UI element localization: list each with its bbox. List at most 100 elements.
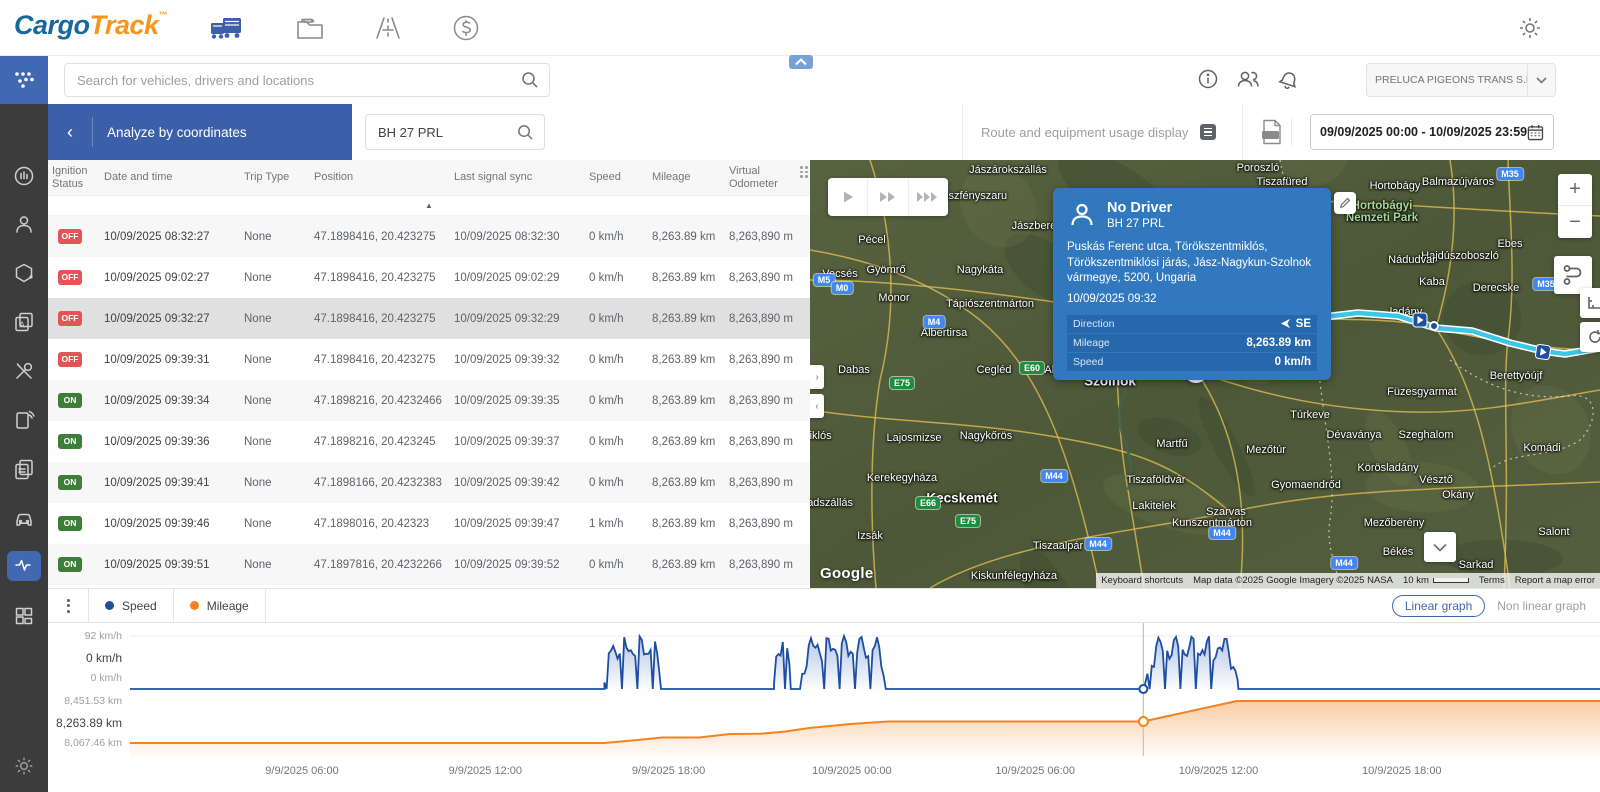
table-row[interactable]: OFF 10/09/2025 09:02:27 None 47.1898416, 20… xyxy=(48,257,810,298)
settings-gear-icon[interactable] xyxy=(1518,16,1542,45)
expand-map-button[interactable]: › xyxy=(810,365,824,389)
route-display-dropdown[interactable]: Route and equipment usage display xyxy=(962,104,1243,160)
folder-icon[interactable] xyxy=(288,10,332,46)
map-canvas[interactable]: Jászárokszállás Poroszló Tiszafüred Jászfén… xyxy=(810,160,1600,588)
search-icon[interactable] xyxy=(517,124,534,141)
sidebar-item-vehicles[interactable] xyxy=(0,498,48,538)
collapse-chart-button[interactable] xyxy=(1424,532,1456,562)
road-icon[interactable] xyxy=(366,10,410,46)
column-header-last-signal-sync[interactable]: Last signal sync xyxy=(450,169,585,186)
linear-graph-button[interactable]: Linear graph xyxy=(1391,595,1486,617)
column-header-trip-type[interactable]: Trip Type xyxy=(240,169,310,186)
table-row[interactable]: ON 10/09/2025 09:39:34 None 47.1898216, 20.… xyxy=(48,380,810,421)
back-button[interactable]: ‹ xyxy=(48,122,92,143)
table-row[interactable]: OFF 10/09/2025 08:32:27 None 47.1898416, 20… xyxy=(48,216,810,257)
sync-icon xyxy=(15,263,33,283)
app-logo[interactable]: CargoTrack™ xyxy=(14,10,168,41)
search-icon[interactable] xyxy=(521,71,539,89)
date-range-picker[interactable]: 09/09/2025 00:00 - 10/09/2025 23:59 xyxy=(1310,114,1554,150)
cell-datetime: 10/09/2025 09:02:27 xyxy=(104,271,210,284)
table-row[interactable]: OFF 10/09/2025 09:39:31 None 47.1898416, 20… xyxy=(48,339,810,380)
sidebar-item-sync[interactable] xyxy=(0,253,48,293)
collapse-map-button[interactable]: ‹ xyxy=(810,394,824,418)
refresh-icon xyxy=(1589,330,1600,343)
fastest-forward-button[interactable] xyxy=(909,178,948,216)
popup-driver-title: No Driver xyxy=(1107,200,1173,216)
table-row[interactable]: ON 10/09/2025 09:39:41 None 47.1898166, 20.… xyxy=(48,462,810,503)
zoom-out-button[interactable]: − xyxy=(1558,206,1592,238)
legend-item-speed[interactable]: Speed xyxy=(89,589,173,623)
global-search-input[interactable] xyxy=(75,71,521,89)
sidebar-item-dashboard[interactable] xyxy=(0,156,48,196)
x-axis-tick: 9/9/2025 12:00 xyxy=(448,765,522,777)
chart-menu-button[interactable] xyxy=(48,598,88,613)
google-logo[interactable]: Google xyxy=(820,565,873,582)
map-data-text: Map data ©2025 Google Imagery ©2025 NASA xyxy=(1188,573,1398,588)
column-header-mileage[interactable]: Mileage xyxy=(648,169,725,186)
fast-forward-button[interactable] xyxy=(868,178,909,216)
column-header-position[interactable]: Position xyxy=(310,169,450,186)
table-scroll-handle[interactable] xyxy=(800,166,808,178)
bell-icon[interactable] xyxy=(1278,68,1300,90)
zoom-in-button[interactable]: + xyxy=(1558,174,1592,206)
sidebar-item-copies[interactable] xyxy=(0,449,48,489)
cell-mileage: 8,263.89 km xyxy=(652,271,716,284)
terms-link[interactable]: Terms xyxy=(1473,573,1510,588)
chart-plot-area[interactable] xyxy=(130,623,1600,756)
column-header-date-and-time[interactable]: Date and time xyxy=(100,169,240,186)
non-linear-graph-button[interactable]: Non linear graph xyxy=(1497,599,1586,613)
keyboard-shortcuts-link[interactable]: Keyboard shortcuts xyxy=(1096,573,1189,588)
table-row[interactable]: OFF 10/09/2025 09:32:27 None 47.1898416, 20… xyxy=(48,298,810,339)
collapse-panel-button[interactable] xyxy=(789,55,813,69)
popup-mileage-row: Mileage 8,263.89 km xyxy=(1067,333,1317,352)
tolls-dollar-icon[interactable] xyxy=(444,10,488,46)
vehicle-search-input[interactable] xyxy=(376,123,517,141)
sidebar-logo-button[interactable] xyxy=(0,56,48,104)
cell-ignition: ON xyxy=(48,434,100,449)
cell-speed: 0 km/h xyxy=(589,271,624,284)
measure-button[interactable] xyxy=(1580,288,1600,318)
sidebar-item-documents-a[interactable]: A xyxy=(0,302,48,342)
cell-speed: 0 km/h xyxy=(589,394,624,407)
speed-axis-min: 0 km/h xyxy=(90,672,122,684)
sidebar-item-apps[interactable] xyxy=(0,596,48,636)
company-selector[interactable]: PRELUCA PIGEONS TRANS S.R.L. xyxy=(1366,63,1556,97)
global-search[interactable] xyxy=(64,63,550,97)
table-row[interactable]: ON 10/09/2025 09:39:46 None 47.1898016, 20.… xyxy=(48,503,810,544)
route-icon xyxy=(1563,265,1582,285)
cell-ignition: ON xyxy=(48,393,100,408)
cell-mileage: 8,263.89 km xyxy=(652,394,716,407)
play-button[interactable] xyxy=(828,178,869,216)
users-icon[interactable] xyxy=(1236,69,1260,89)
speed-cursor-value: 0 km/h xyxy=(85,651,122,665)
cell-datetime: 10/09/2025 08:32:27 xyxy=(104,230,210,243)
popup-timestamp: 10/09/2025 09:32 xyxy=(1067,292,1157,305)
sidebar-item-reports[interactable] xyxy=(0,400,48,440)
vehicle-search[interactable] xyxy=(365,114,545,150)
map-zoom-controls: + − xyxy=(1558,174,1592,238)
sidebar-settings-gear-icon[interactable] xyxy=(0,748,48,784)
cell-trip: None xyxy=(244,435,272,448)
route-waypoint-marker[interactable] xyxy=(1429,321,1439,331)
column-header-ignition-status[interactable]: Ignition Status xyxy=(48,163,100,192)
info-icon[interactable] xyxy=(1198,69,1218,89)
sort-indicator-row[interactable]: ▲ xyxy=(48,196,810,216)
table-row[interactable]: ON 10/09/2025 09:39:36 None 47.1898216, 20.… xyxy=(48,421,810,462)
column-header-virtual-odometer[interactable]: Virtual Odometer xyxy=(725,163,778,192)
sidebar-item-drivers[interactable] xyxy=(0,204,48,244)
cell-position: 47.1898416, 20.423275 xyxy=(314,312,436,325)
sidebar-item-analytics[interactable] xyxy=(7,551,41,581)
table-row[interactable]: ON 10/09/2025 09:39:51 None 47.1897816, 20.… xyxy=(48,544,810,585)
ignition-badge: OFF xyxy=(58,270,82,285)
cell-mileage: 8,263.89 km xyxy=(652,558,716,571)
legend-item-mileage[interactable]: Mileage xyxy=(174,589,265,623)
export-xls-button[interactable]: XLS xyxy=(1252,118,1292,146)
column-header-speed[interactable]: Speed xyxy=(585,169,648,186)
sidebar-item-tools[interactable] xyxy=(0,351,48,391)
svg-text:A: A xyxy=(19,321,25,330)
report-map-error-link[interactable]: Report a map error xyxy=(1509,573,1600,588)
analyze-panel-header: ‹ Analyze by coordinates xyxy=(48,104,352,160)
fleet-trucks-icon[interactable] xyxy=(206,10,250,46)
popup-edit-button[interactable] xyxy=(1334,192,1356,214)
refresh-map-button[interactable] xyxy=(1580,322,1600,352)
